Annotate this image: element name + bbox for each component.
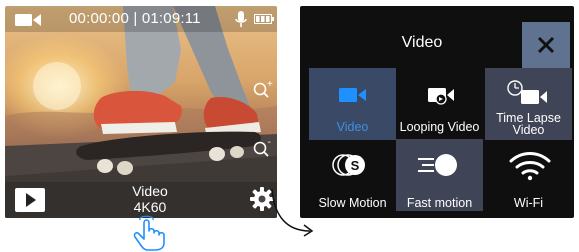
menu-item-label-line2: Video [512, 123, 545, 137]
menu-item-wifi[interactable]: Wi-Fi [485, 143, 572, 215]
camera-status-bar: 00:00:00 | 01:09:11 [5, 6, 277, 32]
fast-motion-icon [418, 154, 457, 176]
video-camera-icon [15, 14, 41, 26]
menu-item-video[interactable]: Video [309, 68, 396, 140]
menu-item-label: Fast motion [406, 196, 473, 210]
recording-timer: 00:00:00 | 01:09:11 [69, 10, 201, 27]
menu-item-slow-motion[interactable]: S Slow Motion [309, 143, 396, 215]
microphone-icon [235, 11, 247, 27]
close-button[interactable] [522, 22, 570, 68]
zoom-in-button[interactable]: + [252, 79, 274, 99]
slow-motion-icon: S [332, 154, 365, 176]
wifi-icon [509, 152, 551, 181]
video-mode-menu: Video Video Looping Video Time Lapse Vid… [300, 6, 574, 218]
menu-item-label: Video [336, 120, 369, 134]
menu-item-label: Slow Motion [318, 196, 387, 210]
play-icon [26, 193, 36, 207]
playback-button[interactable] [15, 188, 45, 212]
zoom-out-button[interactable]: - [252, 137, 274, 158]
mode-name: Video [132, 183, 168, 199]
menu-item-looping-video[interactable]: Looping Video [396, 68, 483, 140]
zoom-in-icon: + [253, 79, 273, 98]
close-icon [537, 36, 555, 54]
tap-hand-icon [133, 215, 165, 251]
zoom-out-icon: - [253, 137, 271, 157]
zoom-out-symbol: - [268, 138, 271, 148]
zoom-in-symbol: + [267, 79, 273, 90]
menu-title: Video [401, 34, 443, 51]
loop-video-icon [428, 88, 454, 105]
menu-item-label: Looping Video [399, 120, 480, 134]
video-camera-icon [339, 88, 366, 102]
svg-text:S: S [351, 158, 360, 173]
menu-item-time-lapse-video[interactable]: Time Lapse Video [485, 68, 572, 140]
timelapse-video-icon [507, 80, 547, 104]
current-mode-label[interactable]: Video 4K60 [115, 183, 185, 215]
camera-preview: 00:00:00 | 01:09:11 + - Video 4K60 [5, 6, 277, 218]
battery-icon [254, 14, 274, 24]
menu-item-label: Wi-Fi [513, 196, 544, 210]
menu-item-fast-motion[interactable]: Fast motion [396, 139, 483, 211]
